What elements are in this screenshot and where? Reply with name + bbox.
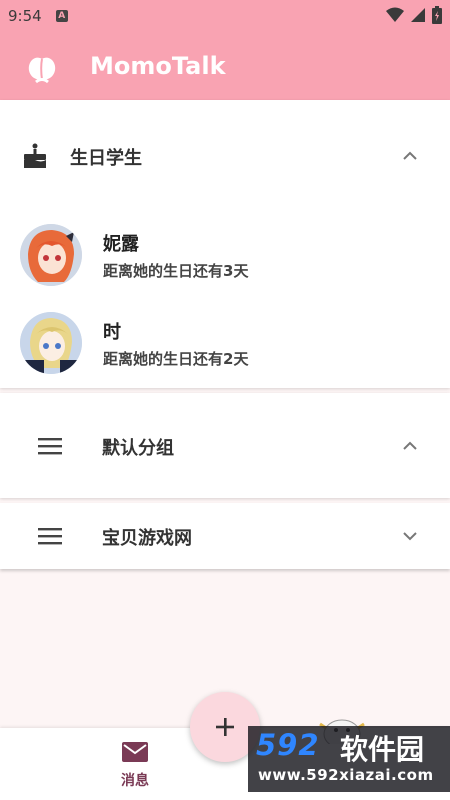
chevron-up-icon[interactable] bbox=[400, 146, 420, 166]
group-card-default: 默认分组 bbox=[0, 393, 450, 498]
student-birthday-countdown: 距离她的生日还有3天 bbox=[103, 262, 249, 280]
birthday-group-title: 生日学生 bbox=[70, 148, 142, 169]
group-title: 默认分组 bbox=[102, 438, 174, 459]
student-row[interactable]: 妮露 距离她的生日还有3天 bbox=[0, 215, 450, 295]
group-header-default[interactable]: 默认分组 bbox=[0, 420, 450, 472]
mail-icon bbox=[122, 742, 148, 762]
group-title: 宝贝游戏网 bbox=[102, 528, 192, 549]
status-time: 9:54 bbox=[8, 7, 42, 25]
chevron-up-icon[interactable] bbox=[400, 436, 420, 456]
student-avatar bbox=[20, 224, 82, 286]
student-name: 时 bbox=[103, 322, 121, 343]
menu-icon bbox=[38, 528, 62, 545]
nav-messages-tab[interactable]: 消息 bbox=[100, 728, 170, 800]
student-row[interactable]: 时 距离她的生日还有2天 bbox=[0, 303, 450, 383]
student-avatar bbox=[20, 312, 82, 374]
status-icons bbox=[386, 6, 442, 24]
app-title: MomoTalk bbox=[90, 52, 226, 80]
birthday-group-header[interactable]: 生日学生 bbox=[0, 130, 450, 182]
watermark-logo: 592 软件园 www.592xiazai.com bbox=[248, 726, 450, 792]
group-header-baobei[interactable]: 宝贝游戏网 bbox=[0, 510, 450, 562]
menu-icon bbox=[38, 438, 62, 455]
peach-logo-icon bbox=[28, 57, 56, 84]
student-birthday-countdown: 距离她的生日还有2天 bbox=[103, 350, 249, 368]
nav-messages-label: 消息 bbox=[121, 773, 149, 789]
plus-icon bbox=[216, 718, 234, 736]
signal-icon bbox=[411, 8, 425, 22]
watermark-url: www.592xiazai.com bbox=[258, 766, 434, 784]
student-name: 妮露 bbox=[103, 234, 139, 255]
group-card-baobei: 宝贝游戏网 bbox=[0, 503, 450, 569]
chevron-down-icon[interactable] bbox=[400, 526, 420, 546]
cake-icon bbox=[24, 143, 46, 168]
wifi-icon bbox=[386, 7, 404, 22]
battery-icon bbox=[432, 6, 442, 24]
watermark-name: 软件园 bbox=[340, 733, 425, 766]
birthday-group-card: 生日学生 妮露 距离她的生日还有3天 时 距离她的生日还有2天 bbox=[0, 100, 450, 388]
app-bar: MomoTalk bbox=[0, 32, 450, 100]
notification-a-icon: A bbox=[55, 10, 68, 22]
status-bar: 9:54 A bbox=[0, 0, 450, 32]
watermark-brand: 592 bbox=[256, 728, 320, 762]
